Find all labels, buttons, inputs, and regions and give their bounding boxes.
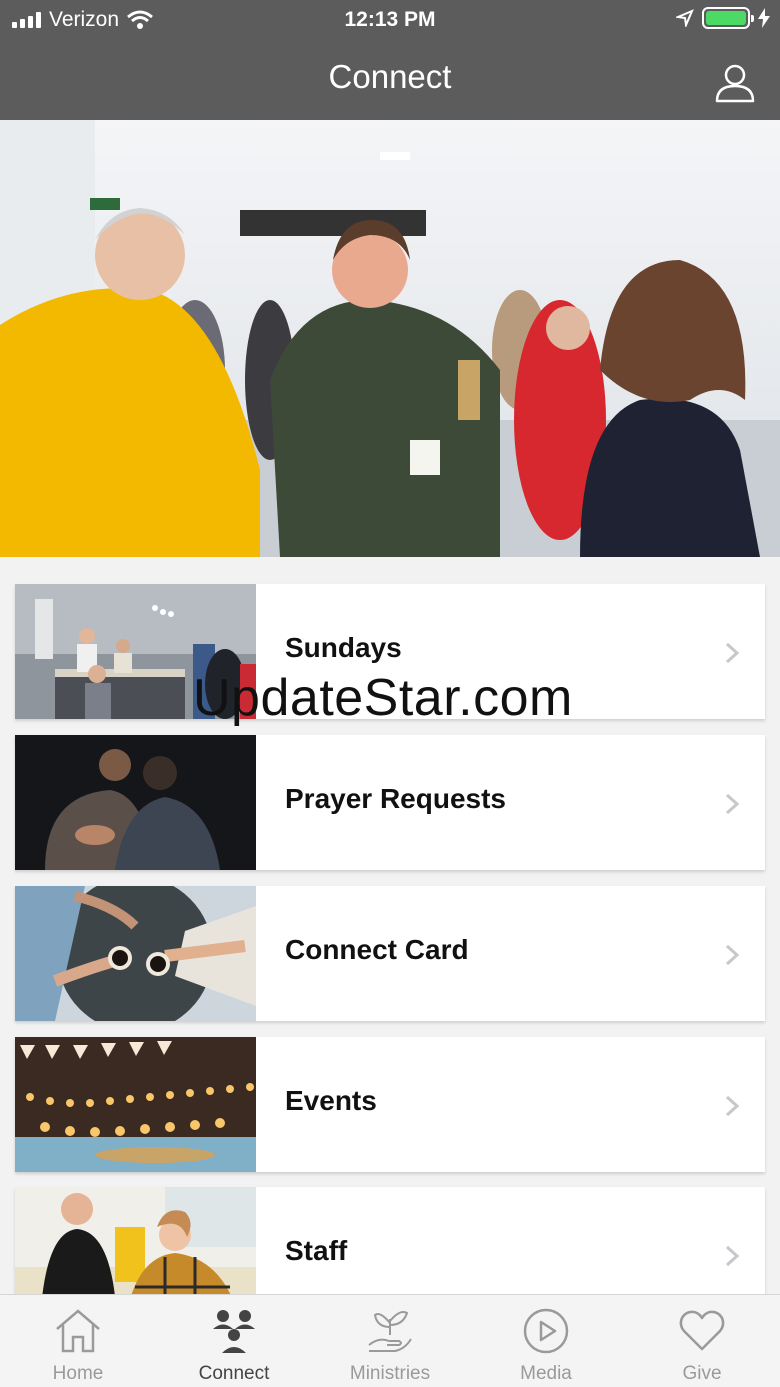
- tab-label: Media: [520, 1363, 572, 1384]
- battery-icon: [702, 7, 754, 29]
- tab-label: Connect: [198, 1363, 270, 1384]
- list-item-label: Events: [285, 1085, 377, 1116]
- chevron-right-icon: [725, 642, 739, 664]
- home-icon: [56, 1309, 100, 1353]
- list-item-prayer-requests[interactable]: Prayer Requests: [15, 735, 765, 870]
- hand-plant-icon: [368, 1311, 412, 1352]
- tab-home[interactable]: Home: [0, 1295, 156, 1387]
- clock: 12:13 PM: [344, 8, 436, 31]
- list-item-label: Connect Card: [285, 934, 469, 965]
- events-thumbnail: [15, 1037, 256, 1172]
- people-icon: [213, 1310, 255, 1353]
- list-item-label: Prayer Requests: [285, 783, 507, 814]
- location-arrow-icon: [676, 9, 694, 27]
- tab-label: Home: [52, 1363, 104, 1384]
- list-item-label: Staff: [285, 1235, 348, 1266]
- app-screen: Verizon 12:13 PM Connect Sundays Prayer …: [0, 0, 780, 1387]
- chevron-right-icon: [725, 1245, 739, 1267]
- tab-bar: Home Connect Ministries Media Give: [0, 1294, 780, 1387]
- page-title: Connect: [328, 58, 452, 95]
- header: Verizon 12:13 PM Connect: [0, 0, 780, 120]
- connect-card-thumbnail: [15, 886, 256, 1021]
- hero-image: [0, 120, 780, 557]
- tab-label: Give: [682, 1363, 722, 1384]
- chevron-right-icon: [725, 944, 739, 966]
- list-item-events[interactable]: Events: [15, 1037, 765, 1172]
- tab-label: Ministries: [349, 1363, 431, 1384]
- tab-ministries[interactable]: Ministries: [312, 1295, 468, 1387]
- list-item-label: Sundays: [285, 632, 402, 663]
- profile-icon[interactable]: [714, 62, 756, 104]
- prayer-requests-thumbnail: [15, 735, 256, 870]
- tab-give[interactable]: Give: [624, 1295, 780, 1387]
- list-item-connect-card[interactable]: Connect Card: [15, 886, 765, 1021]
- status-bar: Verizon 12:13 PM: [0, 0, 780, 40]
- tab-connect[interactable]: Connect: [156, 1295, 312, 1387]
- tab-media[interactable]: Media: [468, 1295, 624, 1387]
- chevron-right-icon: [725, 1095, 739, 1117]
- heart-icon: [679, 1310, 725, 1351]
- charging-bolt-icon: [758, 8, 770, 28]
- watermark: UpdateStar.com: [193, 669, 573, 727]
- chevron-right-icon: [725, 793, 739, 815]
- play-circle-icon: [523, 1308, 569, 1354]
